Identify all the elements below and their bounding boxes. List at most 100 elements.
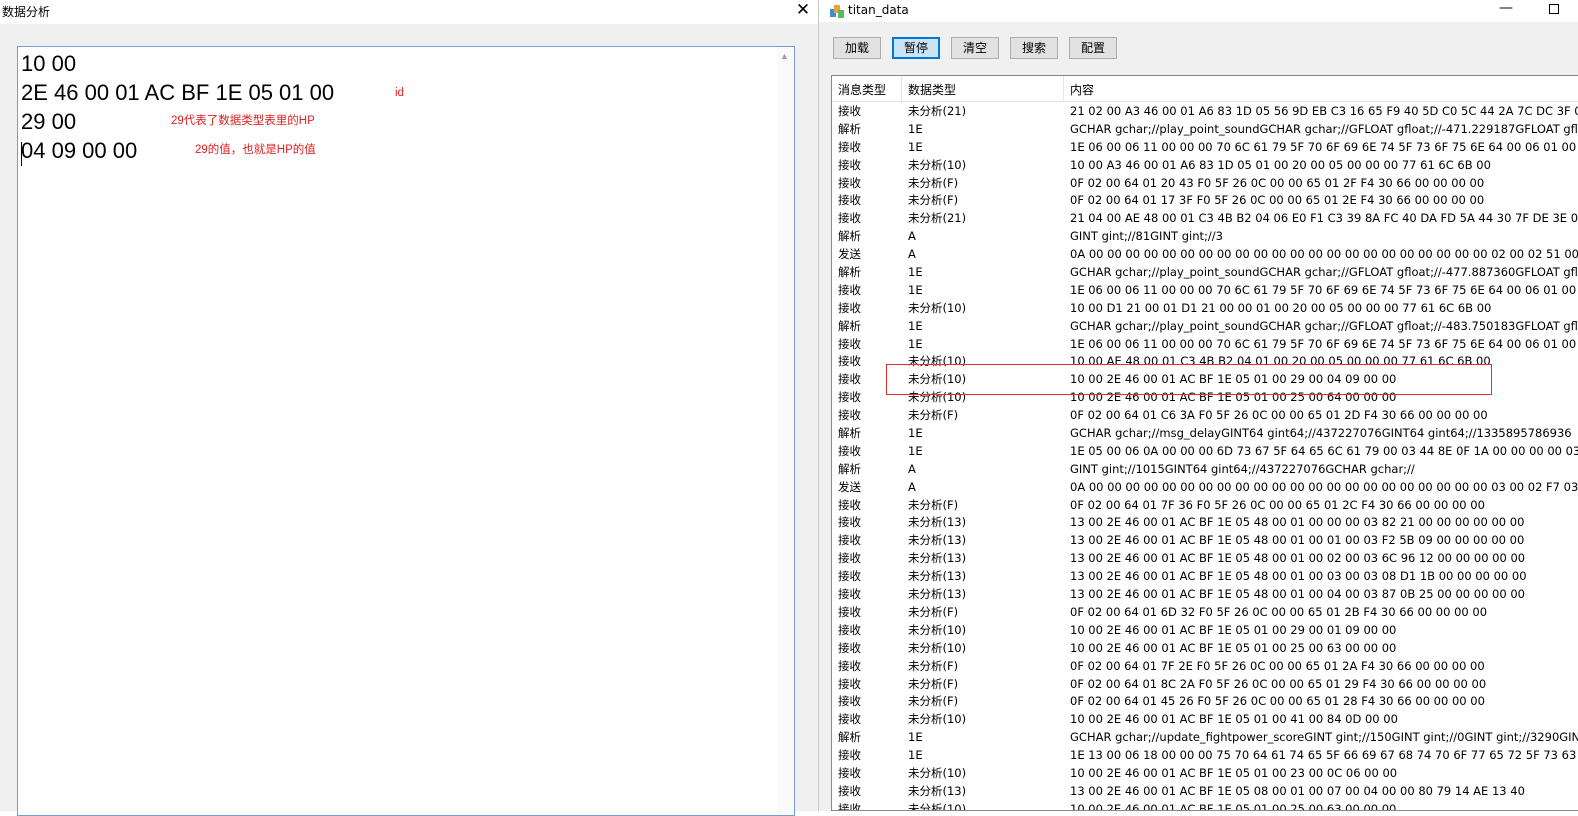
cell-content: 1E 06 00 06 11 00 00 00 70 6C 61 79 5F 7… <box>1070 282 1578 297</box>
table-row[interactable]: 接收 未分析(F) 0F 02 00 64 01 20 43 F0 5F 26 0C… <box>832 174 1578 192</box>
cell-data-type: 未分析(10) <box>908 300 967 315</box>
cell-message-type: 解析 <box>838 265 861 280</box>
list-header: 消息类型 数据类型 内容 <box>832 76 1578 102</box>
cell-message-type: 接收 <box>838 640 861 655</box>
table-row[interactable]: 接收 未分析(10) 10 00 2E 46 00 01 AC BF 1E 05 0… <box>832 370 1578 388</box>
cell-message-type: 接收 <box>838 104 861 118</box>
table-row[interactable]: 接收 未分析(F) 0F 02 00 64 01 8C 2A F0 5F 26 0C… <box>832 675 1578 693</box>
minimize-icon[interactable]: — <box>1491 0 1521 20</box>
cell-content: 0F 02 00 64 01 8C 2A F0 5F 26 0C 00 00 6… <box>1070 676 1487 691</box>
table-row[interactable]: 接收 未分析(13) 13 00 2E 46 00 01 AC BF 1E 05 0… <box>832 782 1578 800</box>
cell-content: 1E 06 00 06 11 00 00 00 70 6C 61 79 5F 7… <box>1070 336 1578 351</box>
cell-message-type: 接收 <box>838 336 861 351</box>
table-row[interactable]: 解析 1E GCHAR gchar;//update_fightpower_scor… <box>832 728 1578 746</box>
table-row[interactable]: 解析 1E GCHAR gchar;//play_point_soundGCHAR … <box>832 120 1578 138</box>
table-row[interactable]: 接收 未分析(13) 13 00 2E 46 00 01 AC BF 1E 05 4… <box>832 585 1578 603</box>
cell-message-type: 接收 <box>838 372 861 387</box>
cell-content: GINT gint;//1015GINT64 gint64;//43722707… <box>1070 461 1415 476</box>
cell-data-type: 未分析(13) <box>908 515 967 530</box>
table-row[interactable]: 解析 1E GCHAR gchar;//play_point_soundGCHAR … <box>832 263 1578 281</box>
table-row[interactable]: 接收 1E 1E 05 00 06 0A 00 00 00 6D 73 67 5F … <box>832 442 1578 460</box>
cell-data-type: 1E <box>908 318 923 333</box>
table-row[interactable]: 接收 未分析(10) 10 00 D1 21 00 01 D1 21 00 00 0… <box>832 299 1578 317</box>
table-row[interactable]: 接收 1E 1E 06 00 06 11 00 00 00 70 6C 61 79 … <box>832 138 1578 156</box>
cell-data-type: 未分析(10) <box>908 372 967 387</box>
table-row[interactable]: 接收 未分析(F) 0F 02 00 64 01 45 26 F0 5F 26 0C… <box>832 692 1578 710</box>
cell-message-type: 接收 <box>838 622 861 637</box>
cell-data-type: 1E <box>908 265 923 280</box>
cell-message-type: 解析 <box>838 121 861 136</box>
cell-content: 0F 02 00 64 01 6D 32 F0 5F 26 0C 00 00 6… <box>1070 604 1488 619</box>
cell-content: 13 00 2E 46 00 01 AC BF 1E 05 48 00 01 0… <box>1070 587 1525 602</box>
close-icon[interactable]: ✕ <box>790 0 816 22</box>
cell-message-type: 接收 <box>838 801 861 811</box>
table-row[interactable]: 接收 未分析(10) 10 00 2E 46 00 01 AC BF 1E 05 0… <box>832 800 1578 811</box>
table-row[interactable]: 解析 1E GCHAR gchar;//msg_delayGINT64 gint64… <box>832 424 1578 442</box>
cell-message-type: 接收 <box>838 193 861 208</box>
cell-content: 21 04 00 AE 48 00 01 C3 4B B2 04 06 E0 F… <box>1070 211 1578 226</box>
load-button[interactable]: 加载 <box>833 37 881 59</box>
cell-message-type: 接收 <box>838 658 861 673</box>
left-titlebar: 数据分析 ✕ <box>0 0 818 24</box>
cell-data-type: 未分析(21) <box>908 104 967 118</box>
cell-message-type: 接收 <box>838 390 861 405</box>
cell-content: 0F 02 00 64 01 7F 2E F0 5F 26 0C 00 00 6… <box>1070 658 1485 673</box>
table-row[interactable]: 接收 未分析(F) 0F 02 00 64 01 7F 36 F0 5F 26 0C… <box>832 496 1578 514</box>
table-row[interactable]: 接收 未分析(F) 0F 02 00 64 01 7F 2E F0 5F 26 0C… <box>832 657 1578 675</box>
cell-content: GCHAR gchar;//msg_delayGINT64 gint64;//4… <box>1070 426 1572 441</box>
cell-data-type: 未分析(10) <box>908 390 967 405</box>
table-row[interactable]: 接收 未分析(10) 10 00 A3 46 00 01 A6 83 1D 05 0… <box>832 156 1578 174</box>
table-row[interactable]: 发送 A 0A 00 00 00 00 00 00 00 00 00 00 00 0… <box>832 245 1578 263</box>
right-window-title: titan_data <box>848 3 909 17</box>
column-header-data-type[interactable]: 数据类型 <box>902 76 1064 102</box>
table-row[interactable]: 接收 未分析(10) 10 00 2E 46 00 01 AC BF 1E 05 0… <box>832 764 1578 782</box>
table-row[interactable]: 接收 未分析(10) 10 00 2E 46 00 01 AC BF 1E 05 0… <box>832 639 1578 657</box>
packet-rows: 接收 未分析(21) 21 02 00 A3 46 00 01 A6 83 1D 0… <box>832 102 1578 811</box>
packet-list[interactable]: 消息类型 数据类型 内容 接收 未分析(21) 21 02 00 A3 46 00 … <box>831 75 1578 811</box>
table-row[interactable]: 接收 1E 1E 06 00 06 11 00 00 00 70 6C 61 79 … <box>832 281 1578 299</box>
cell-message-type: 接收 <box>838 748 861 763</box>
table-row[interactable]: 接收 未分析(10) 10 00 2E 46 00 01 AC BF 1E 05 0… <box>832 621 1578 639</box>
table-row[interactable]: 接收 未分析(21) 21 02 00 A3 46 00 01 A6 83 1D 0… <box>832 102 1578 120</box>
table-row[interactable]: 接收 未分析(F) 0F 02 00 64 01 17 3F F0 5F 26 0C… <box>832 191 1578 209</box>
table-row[interactable]: 接收 未分析(13) 13 00 2E 46 00 01 AC BF 1E 05 4… <box>832 567 1578 585</box>
cell-data-type: 未分析(10) <box>908 712 967 727</box>
cell-content: 13 00 2E 46 00 01 AC BF 1E 05 48 00 01 0… <box>1070 551 1526 566</box>
cell-data-type: 未分析(F) <box>908 175 959 190</box>
editor-scrollbar[interactable]: ▲ <box>777 47 794 815</box>
table-row[interactable]: 接收 未分析(13) 13 00 2E 46 00 01 AC BF 1E 05 4… <box>832 531 1578 549</box>
table-row[interactable]: 接收 未分析(13) 13 00 2E 46 00 01 AC BF 1E 05 4… <box>832 513 1578 531</box>
cell-content: GCHAR gchar;//play_point_soundGCHAR gcha… <box>1070 121 1578 136</box>
table-row[interactable]: 接收 未分析(13) 13 00 2E 46 00 01 AC BF 1E 05 4… <box>832 549 1578 567</box>
table-row[interactable]: 解析 A GINT gint;//1015GINT64 gint64;//43722… <box>832 460 1578 478</box>
table-row[interactable]: 接收 未分析(10) 10 00 2E 46 00 01 AC BF 1E 05 0… <box>832 388 1578 406</box>
column-header-content[interactable]: 内容 <box>1064 76 1578 102</box>
cell-message-type: 接收 <box>838 551 861 566</box>
titan-data-window: titan_data — 加载 暂停 清空 搜索 配置 消息类型 数据类型 内容… <box>818 0 1578 811</box>
table-row[interactable]: 接收 未分析(F) 0F 02 00 64 01 C6 3A F0 5F 26 0C… <box>832 406 1578 424</box>
table-row[interactable]: 接收 未分析(F) 0F 02 00 64 01 6D 32 F0 5F 26 0C… <box>832 603 1578 621</box>
cell-data-type: 1E <box>908 282 923 297</box>
app-icon <box>830 5 844 18</box>
search-button[interactable]: 搜索 <box>1010 37 1058 59</box>
column-header-message-type[interactable]: 消息类型 <box>832 76 902 102</box>
table-row[interactable]: 接收 未分析(10) 10 00 2E 46 00 01 AC BF 1E 05 0… <box>832 710 1578 728</box>
cell-message-type: 接收 <box>838 175 861 190</box>
table-row[interactable]: 接收 1E 1E 06 00 06 11 00 00 00 70 6C 61 79 … <box>832 335 1578 353</box>
pause-button[interactable]: 暂停 <box>892 37 940 59</box>
config-button[interactable]: 配置 <box>1069 37 1117 59</box>
table-row[interactable]: 接收 1E 1E 13 00 06 18 00 00 00 75 70 64 61 … <box>832 746 1578 764</box>
cell-message-type: 接收 <box>838 676 861 691</box>
table-row[interactable]: 解析 A GINT gint;//81GINT gint;//3 <box>832 227 1578 245</box>
cell-content: 13 00 2E 46 00 01 AC BF 1E 05 08 00 01 0… <box>1070 783 1525 798</box>
table-row[interactable]: 解析 1E GCHAR gchar;//play_point_soundGCHAR … <box>832 317 1578 335</box>
table-row[interactable]: 接收 未分析(21) 21 04 00 AE 48 00 01 C3 4B B2 0… <box>832 209 1578 227</box>
maximize-icon[interactable] <box>1539 0 1569 20</box>
table-row[interactable]: 接收 未分析(10) 10 00 AE 48 00 01 C3 4B B2 04 0… <box>832 352 1578 370</box>
table-row[interactable]: 发送 A 0A 00 00 00 00 00 00 00 00 00 00 00 0… <box>832 478 1578 496</box>
cell-message-type: 接收 <box>838 533 861 548</box>
scroll-up-arrow-icon[interactable]: ▲ <box>780 51 789 61</box>
analysis-text-editor[interactable]: 10 00 2E 46 00 01 AC BF 1E 05 01 00 29 0… <box>17 46 795 816</box>
cell-data-type: 未分析(13) <box>908 587 967 602</box>
clear-button[interactable]: 清空 <box>951 37 999 59</box>
